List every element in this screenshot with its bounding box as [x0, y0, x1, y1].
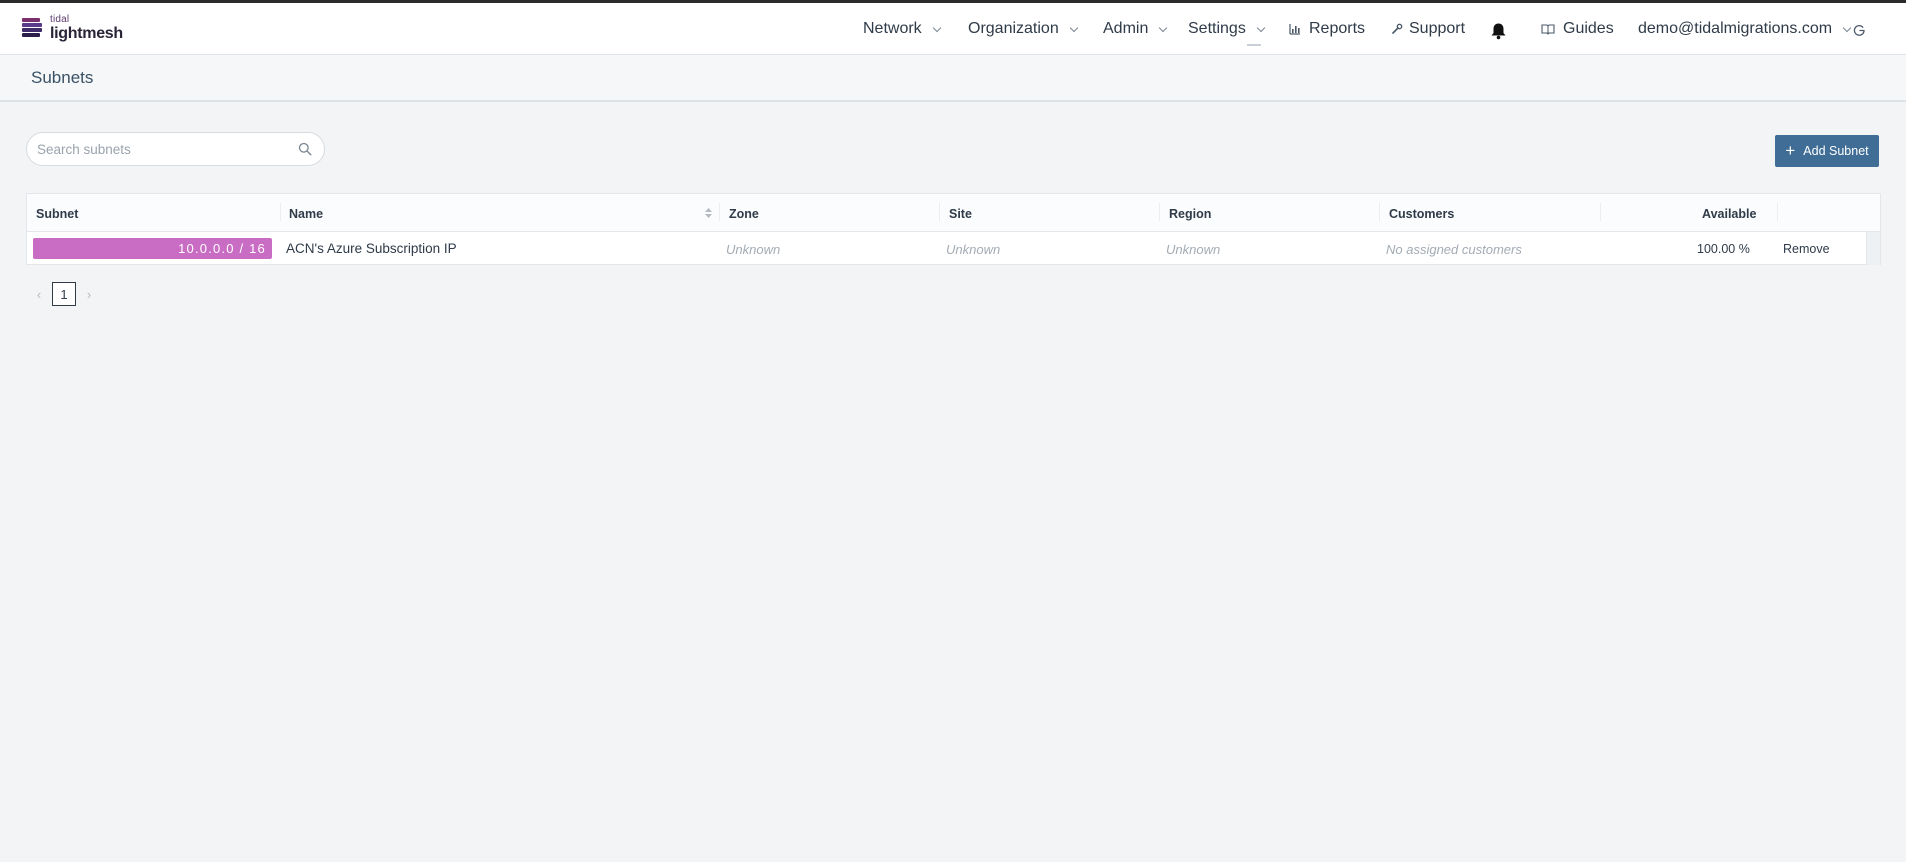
- column-divider: [280, 203, 281, 221]
- column-header-region[interactable]: Region: [1169, 207, 1211, 221]
- sort-icon[interactable]: [704, 207, 713, 219]
- plus-icon: +: [1785, 140, 1796, 160]
- row-scroll-track[interactable]: [1866, 232, 1880, 265]
- pagination: ‹ 1 ›: [30, 282, 98, 306]
- wrench-icon: [1392, 23, 1403, 34]
- subnet-region: Unknown: [1166, 242, 1221, 257]
- power-icon: [1853, 24, 1865, 36]
- subnet-zone: Unknown: [726, 242, 781, 257]
- next-page-icon[interactable]: ›: [80, 287, 98, 302]
- page-header: [0, 55, 1906, 102]
- bar-chart-icon: [1289, 24, 1300, 35]
- top-nav-bar: tidal lightmesh Network Organization Adm…: [0, 0, 1906, 55]
- column-divider: [1379, 203, 1380, 221]
- subnet-available: 100.00 %: [1697, 242, 1750, 256]
- column-header-name[interactable]: Name: [289, 207, 323, 221]
- logout-button[interactable]: [1853, 24, 1866, 37]
- subnet-customers: No assigned customers: [1386, 242, 1522, 257]
- nav-organization-label: Organization: [968, 20, 1059, 37]
- table-row[interactable]: 10.0.0.0 / 16 ACN's Azure Subscription I…: [27, 232, 1880, 265]
- column-divider: [939, 203, 940, 221]
- lightmesh-logo-icon: [22, 18, 42, 37]
- chevron-down-icon: [1159, 23, 1168, 32]
- column-divider: [1777, 203, 1778, 221]
- search-input[interactable]: [37, 133, 287, 165]
- column-header-zone[interactable]: Zone: [729, 207, 759, 221]
- subnets-table: Subnet Name Zone Site Region Customers A…: [26, 193, 1881, 265]
- brand-name-small: tidal: [50, 13, 70, 25]
- column-header-available[interactable]: Available: [1702, 207, 1756, 221]
- notifications-button[interactable]: [1490, 22, 1507, 40]
- nav-network[interactable]: Network: [863, 20, 941, 38]
- bell-icon: [1491, 23, 1506, 40]
- table-header: Subnet Name Zone Site Region Customers A…: [27, 194, 1880, 232]
- nav-settings[interactable]: Settings: [1188, 20, 1266, 38]
- subnet-name: ACN's Azure Subscription IP: [286, 241, 457, 256]
- column-divider: [1159, 203, 1160, 221]
- nav-support-label: Support: [1409, 20, 1466, 37]
- column-header-customers[interactable]: Customers: [1389, 207, 1454, 221]
- user-menu[interactable]: demo@tidalmigrations.com: [1638, 20, 1852, 38]
- column-header-site[interactable]: Site: [949, 207, 972, 221]
- nav-network-label: Network: [863, 20, 922, 37]
- chevron-down-icon: [1256, 23, 1266, 32]
- column-divider: [1600, 203, 1601, 221]
- settings-underline: [1247, 44, 1261, 46]
- brand-logo[interactable]: tidal lightmesh: [20, 14, 123, 42]
- user-email: demo@tidalmigrations.com: [1638, 20, 1833, 37]
- nav-guides-label: Guides: [1563, 20, 1614, 37]
- nav-settings-label: Settings: [1188, 20, 1246, 37]
- column-header-subnet[interactable]: Subnet: [36, 207, 78, 221]
- add-subnet-button[interactable]: + Add Subnet: [1775, 135, 1879, 167]
- nav-organization[interactable]: Organization: [968, 20, 1078, 38]
- book-icon: [1541, 24, 1555, 35]
- page-title: Subnets: [31, 68, 94, 87]
- nav-reports-label: Reports: [1309, 20, 1366, 37]
- nav-reports[interactable]: Reports: [1289, 20, 1365, 38]
- nav-admin-label: Admin: [1103, 20, 1149, 37]
- search-icon[interactable]: [298, 142, 312, 156]
- add-subnet-label: Add Subnet: [1803, 144, 1869, 158]
- search-box: [26, 132, 325, 166]
- chevron-down-icon: [1069, 23, 1078, 32]
- column-divider: [719, 203, 720, 221]
- nav-admin[interactable]: Admin: [1103, 20, 1168, 38]
- chevron-down-icon: [932, 23, 941, 32]
- previous-page-icon[interactable]: ‹: [30, 287, 48, 302]
- remove-subnet-link[interactable]: Remove: [1783, 242, 1830, 256]
- subnet-cidr: 10.0.0.0 / 16: [178, 241, 266, 256]
- nav-guides[interactable]: Guides: [1541, 20, 1614, 38]
- nav-support[interactable]: Support: [1391, 20, 1465, 38]
- brand-name: lightmesh: [50, 24, 123, 42]
- subnet-site: Unknown: [946, 242, 1001, 257]
- chevron-down-icon: [1842, 23, 1852, 32]
- subnet-usage-bar[interactable]: 10.0.0.0 / 16: [33, 238, 272, 259]
- page-number-current[interactable]: 1: [52, 282, 76, 306]
